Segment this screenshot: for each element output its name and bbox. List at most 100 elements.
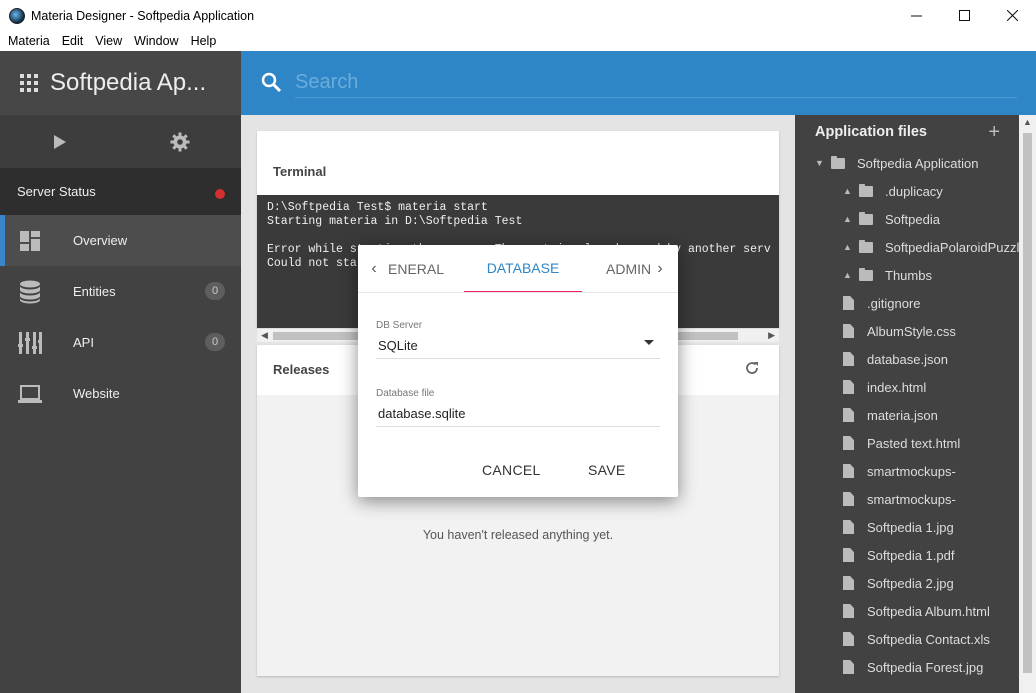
tree-file[interactable]: smartmockups-	[795, 485, 1036, 513]
file-label: Softpedia 1.jpg	[867, 519, 954, 535]
caret-up-icon[interactable]: ▲	[843, 214, 853, 224]
search-bar	[241, 51, 1036, 115]
cancel-button[interactable]: CANCEL	[482, 462, 541, 478]
left-sidebar: Softpedia Ap... Server Status Overview E…	[0, 51, 241, 693]
save-button[interactable]: SAVE	[588, 462, 626, 478]
tree-folder[interactable]: ▲ SoftpediaPolaroidPuzzle	[795, 233, 1036, 261]
tree-file[interactable]: Softpedia 2.jpg	[795, 569, 1036, 597]
tree-file[interactable]: .gitignore	[795, 289, 1036, 317]
menu-materia[interactable]: Materia	[2, 34, 56, 48]
tab-database[interactable]: DATABASE	[464, 245, 582, 292]
caret-up-icon[interactable]: ▲	[843, 242, 853, 252]
app-name: Softpedia Ap...	[50, 69, 207, 96]
sidebar-item-overview[interactable]: Overview	[0, 215, 241, 266]
file-icon	[843, 548, 854, 562]
tree-file[interactable]: Softpedia Album.html	[795, 597, 1036, 625]
caret-up-icon[interactable]: ▲	[843, 270, 853, 280]
file-icon	[843, 352, 854, 366]
tree-file[interactable]: smartmockups-	[795, 457, 1036, 485]
tree-file[interactable]: Softpedia Contact.xls	[795, 625, 1036, 653]
file-label: SoftpediaPolaroidPuzzle	[885, 239, 1027, 255]
tab-general[interactable]: ENERAL	[388, 245, 444, 292]
scroll-up-arrow-icon[interactable]: ▲	[1023, 117, 1032, 127]
sidebar-item-label: Website	[73, 386, 120, 401]
tree-root-folder[interactable]: ▼ Softpedia Application	[795, 149, 1036, 177]
db-server-select[interactable]: SQLite	[376, 333, 660, 359]
sidebar-item-website[interactable]: Website	[0, 368, 241, 419]
tree-folder[interactable]: ▲ Thumbs	[795, 261, 1036, 289]
maximize-button[interactable]	[940, 0, 988, 31]
start-server-button[interactable]	[0, 134, 120, 149]
search-icon[interactable]	[261, 72, 282, 95]
sidebar-item-api[interactable]: API 0	[0, 317, 241, 368]
tree-file[interactable]: materia.json	[795, 401, 1036, 429]
tree-folder[interactable]: ▲ Softpedia	[795, 205, 1036, 233]
tree-file[interactable]: Softpedia 1.jpg	[795, 513, 1036, 541]
file-icon	[843, 296, 854, 310]
scrollbar-thumb[interactable]	[1023, 133, 1032, 673]
application-files-panel: Application files + ▼ Softpedia Applicat…	[795, 115, 1036, 693]
menu-edit[interactable]: Edit	[56, 34, 90, 48]
search-input[interactable]	[295, 68, 1017, 98]
file-icon	[843, 464, 854, 478]
caret-down-icon[interactable]: ▼	[815, 158, 825, 168]
folder-icon	[859, 183, 873, 197]
menu-help[interactable]: Help	[185, 34, 223, 48]
file-icon	[843, 604, 854, 618]
file-label: materia.json	[867, 407, 938, 423]
file-label: Softpedia 2.jpg	[867, 575, 954, 591]
file-label: Softpedia Album.html	[867, 603, 990, 619]
sidebar-item-entities[interactable]: Entities 0	[0, 266, 241, 317]
minimize-icon	[910, 15, 922, 17]
file-label: Thumbs	[885, 267, 932, 283]
close-icon	[1006, 10, 1018, 21]
database-icon	[18, 280, 42, 304]
sidebar-item-label: Entities	[73, 284, 116, 299]
tabs-scroll-right-icon[interactable]: ›	[652, 259, 668, 279]
minimize-button[interactable]	[892, 0, 940, 31]
apps-grid-icon[interactable]	[20, 74, 38, 92]
title-bar: Materia Designer - Softpedia Application	[0, 0, 1036, 31]
sidebar-header: Softpedia Ap...	[0, 51, 241, 115]
tree-folder[interactable]: ▲ .duplicacy	[795, 177, 1036, 205]
file-label: Softpedia Application	[857, 155, 979, 171]
menu-window[interactable]: Window	[128, 34, 184, 48]
scroll-right-arrow-icon[interactable]: ▶	[768, 330, 775, 341]
tree-file[interactable]: AlbumStyle.css	[795, 317, 1036, 345]
db-file-label: Database file	[376, 388, 435, 399]
file-icon	[843, 632, 854, 646]
tree-file[interactable]: Softpedia 1.pdf	[795, 541, 1036, 569]
tree-file[interactable]: index.html	[795, 373, 1036, 401]
server-status-label: Server Status	[17, 184, 96, 199]
tab-admin[interactable]: ADMIN	[606, 245, 651, 292]
file-icon	[843, 380, 854, 394]
close-window-button[interactable]	[988, 0, 1036, 31]
tabs-scroll-left-icon[interactable]: ‹	[366, 259, 382, 279]
menu-view[interactable]: View	[89, 34, 128, 48]
settings-dialog: ‹ ENERAL DATABASE ADMIN › DB Server SQLi…	[358, 245, 678, 497]
file-label: .gitignore	[867, 295, 921, 311]
laptop-icon	[18, 382, 42, 406]
folder-icon	[859, 211, 873, 225]
entities-count-badge: 0	[205, 282, 225, 300]
add-file-icon[interactable]: +	[988, 121, 1000, 144]
files-vertical-scrollbar[interactable]: ▲	[1019, 115, 1036, 693]
file-label: Pasted text.html	[867, 435, 961, 451]
file-icon	[843, 576, 854, 590]
db-file-input[interactable]: database.sqlite	[376, 401, 660, 427]
play-icon	[54, 134, 66, 149]
equalizer-icon	[18, 331, 42, 355]
settings-button[interactable]	[120, 132, 240, 152]
file-label: smartmockups-	[867, 491, 956, 507]
server-status[interactable]: Server Status	[0, 168, 241, 215]
sidebar-item-label: API	[73, 335, 94, 350]
caret-up-icon[interactable]: ▲	[843, 186, 853, 196]
window-controls	[892, 0, 1036, 31]
tree-file[interactable]: Softpedia Forest.jpg	[795, 653, 1036, 681]
file-icon	[843, 436, 854, 450]
file-label: Softpedia Contact.xls	[867, 631, 990, 647]
refresh-icon[interactable]	[745, 361, 759, 378]
tree-file[interactable]: Pasted text.html	[795, 429, 1036, 457]
scroll-left-arrow-icon[interactable]: ◀	[261, 330, 268, 341]
tree-file[interactable]: database.json	[795, 345, 1036, 373]
